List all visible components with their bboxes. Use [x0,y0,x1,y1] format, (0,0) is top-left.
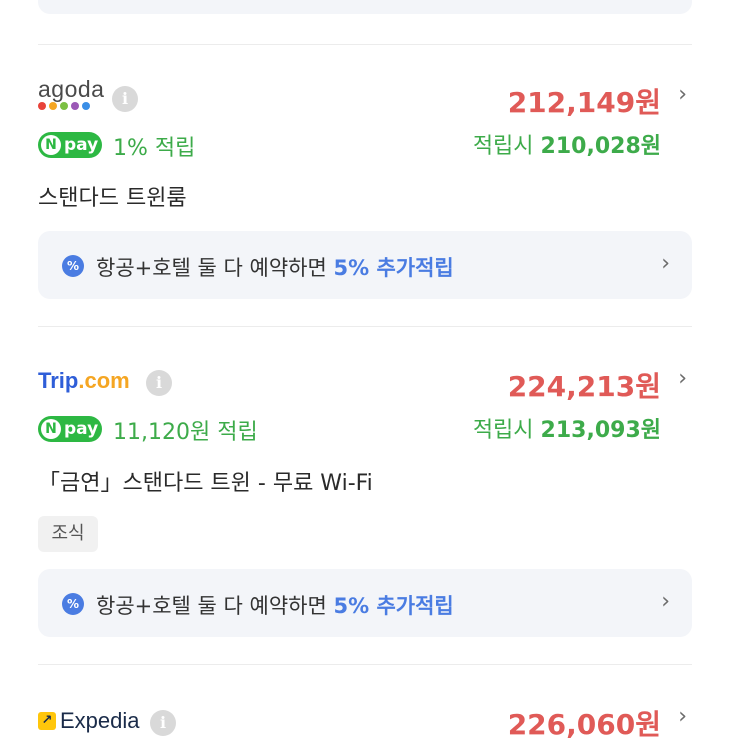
info-icon[interactable]: i [150,710,176,736]
room-name: 「금연」스탠다드 트윈 - 무료 Wi-Fi [38,471,373,496]
flight-hotel-promo-banner[interactable]: % 항공+호텔 둘 다 예약하면 5% 추가적립 › [38,569,692,637]
npay-badge: N pay [38,132,102,158]
chevron-right-icon[interactable]: › [678,704,687,729]
reward-rate: 1% 적립 [113,136,196,161]
promo-text: 항공+호텔 둘 다 예약하면 5% 추가적립 [96,256,454,280]
agoda-logo-dots [38,102,90,110]
room-name: 스탠다드 트윈룸 [38,186,187,211]
chevron-right-icon: › [661,251,670,276]
chevron-right-icon[interactable]: › [678,82,687,107]
reward-amount: 11,120원 적립 [113,420,258,445]
previous-promo-card[interactable] [38,0,692,14]
price: 226,060원 [507,708,661,741]
agoda-logo: agoda [38,76,105,102]
breakfast-tag: 조식 [38,516,98,552]
expedia-arrow-icon: ↗ [38,712,56,730]
npay-label: pay [64,135,99,155]
naver-n-icon: N [41,135,61,155]
info-icon[interactable]: i [146,370,172,396]
npay-label: pay [64,419,99,439]
price: 224,213원 [507,370,661,403]
naver-n-icon: N [41,419,61,439]
divider [38,664,692,665]
chevron-right-icon: › [661,589,670,614]
promo-text: 항공+호텔 둘 다 예약하면 5% 추가적립 [96,594,454,618]
expedia-logo: Expedia [60,708,140,733]
reward-after-price: 적립시 213,093원 [472,418,661,443]
reward-after-price: 적립시 210,028원 [472,134,661,159]
info-icon[interactable]: i [112,86,138,112]
chevron-right-icon[interactable]: › [678,366,687,391]
flight-hotel-promo-banner[interactable]: % 항공+호텔 둘 다 예약하면 5% 추가적립 › [38,231,692,299]
divider [38,44,692,45]
percent-icon: % [62,593,84,615]
divider [38,326,692,327]
price: 212,149원 [507,86,661,119]
percent-icon: % [62,255,84,277]
npay-badge: N pay [38,416,102,442]
tripcom-logo: Trip.com [38,368,130,393]
